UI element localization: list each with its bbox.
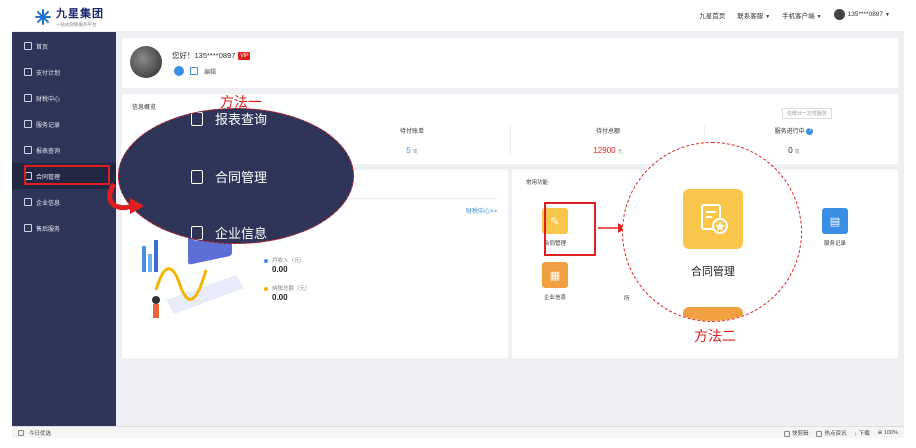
func-partial-label: 所 — [624, 296, 630, 302]
edit-icon[interactable] — [190, 67, 198, 75]
common-functions-title: 常用功能 — [526, 180, 549, 186]
sidebar-item-label: 企业信息 — [36, 200, 61, 207]
browser-status-bar: 今日优选 快剪辑 热点资讯 ↓ 下载 ⊕ 100% — [12, 426, 904, 438]
status-hot-news[interactable]: 热点资讯 — [816, 429, 846, 437]
func-service-records[interactable]: ▤ 服务记录 — [810, 208, 860, 247]
monthly-income-label: 月收入（元） — [264, 256, 305, 264]
status-zoom[interactable]: ⊕ 100% — [878, 430, 898, 436]
finance-illustration — [142, 230, 244, 318]
stat-value: 12900 — [593, 146, 616, 155]
nav-home-link[interactable]: 九星首页 — [699, 10, 725, 20]
zoom-icon: ⊕ — [877, 430, 883, 436]
sidebar-highlight-box — [24, 165, 110, 185]
stat-unit: 笔 — [794, 149, 800, 155]
stat-label: 待付总额 — [595, 129, 620, 135]
building-icon: ▦ — [542, 262, 568, 288]
contract-icon — [683, 189, 743, 249]
stat-label: 服务进行中 — [774, 129, 805, 135]
zoom-callout-function: 合同管理 — [622, 142, 802, 322]
download-icon: ↓ — [854, 431, 858, 437]
profile-card: 您好！135****0897 VIP 编辑 — [122, 38, 898, 88]
logo-subtitle: 一站式财税服务平台 — [56, 22, 97, 27]
func-label: 服务记录 — [823, 241, 846, 247]
func-company-info[interactable]: ▦ 企业信息 — [530, 262, 580, 301]
user-menu[interactable]: 135****0897 ▼ — [833, 9, 890, 20]
chevron-down-icon: ▼ — [885, 12, 890, 19]
avatar[interactable] — [130, 46, 162, 78]
sidebar-item-label: 报表查询 — [36, 148, 61, 155]
sidebar-item-label: 首页 — [36, 44, 49, 51]
function-highlight-box — [544, 202, 596, 256]
stat-value: 0 — [788, 146, 793, 155]
func-label: 企业信息 — [543, 295, 566, 301]
stat-label: 待付账单 — [399, 129, 424, 135]
status-left-label[interactable]: 今日优选 — [29, 429, 51, 437]
sidebar-item-reports[interactable]: 报表查询 — [12, 137, 116, 163]
zoom-callout-sidebar: 报表查询 合同管理 企业信息 — [118, 108, 354, 244]
status-quick-edit[interactable]: 快剪辑 — [783, 429, 808, 437]
zoom-label: 合同管理 — [691, 266, 735, 278]
nav-contact-dropdown[interactable]: 联系客服 ▼ — [737, 10, 770, 20]
zoom-row-contracts: 合同管理 — [191, 167, 267, 186]
blue-dot-icon — [264, 258, 268, 263]
stat-unit: 元 — [617, 149, 623, 155]
tax-center-link[interactable]: 财税中心>> — [466, 206, 497, 215]
stat-pending-bills[interactable]: 待付账单 5笔 — [322, 126, 502, 155]
bell-icon — [24, 224, 32, 232]
greeting: 您好！135****0897 — [172, 51, 236, 60]
record-icon: ▤ — [822, 208, 848, 234]
annotation-method-1: 方法一 — [220, 94, 262, 110]
nav-mobile-dropdown[interactable]: 手机客户端 ▼ — [782, 10, 821, 20]
zoom-peek-tile — [683, 307, 743, 321]
sidebar-item-home[interactable]: 首页 — [12, 33, 116, 59]
sidebar-item-label: 服务记录 — [36, 122, 61, 129]
certified-icon — [174, 66, 184, 76]
wallet-icon — [24, 68, 32, 76]
tax-total-label: 纳税总额（元） — [264, 284, 311, 292]
tax-total-value: 0.00 — [272, 293, 288, 302]
record-icon — [24, 120, 32, 128]
avatar — [833, 9, 845, 20]
sidebar-item-label: 财税中心 — [36, 96, 61, 103]
yellow-dot-icon — [264, 286, 268, 291]
sidebar-item-label: 支付计划 — [36, 70, 61, 77]
vip-badge: VIP — [238, 52, 251, 61]
sidebar: 首页 支付计划 财税中心 服务记录 报表查询 合同管理 企业信息 售后服务 — [12, 32, 116, 426]
stat-value: 5 — [406, 146, 411, 155]
callout-arrow-left — [107, 182, 144, 214]
star-logo-icon — [34, 8, 52, 26]
report-icon — [24, 146, 32, 154]
help-icon[interactable]: ? — [806, 127, 814, 135]
building-icon — [191, 225, 203, 240]
edit-link[interactable]: 编辑 — [204, 67, 216, 76]
logo-title: 九星集团 — [56, 7, 104, 20]
report-icon — [191, 111, 203, 126]
zoom-row-company: 企业信息 — [191, 223, 267, 242]
status-download[interactable]: ↓ 下载 — [854, 429, 869, 437]
play-icon — [783, 430, 790, 437]
layers-icon — [24, 94, 32, 102]
gift-icon — [18, 430, 24, 436]
chevron-down-icon: ▼ — [816, 13, 822, 20]
building-icon — [24, 198, 32, 206]
sidebar-item-payment-plan[interactable]: 支付计划 — [12, 59, 116, 85]
news-icon — [816, 430, 823, 437]
sidebar-item-label: 售后服务 — [36, 226, 61, 233]
sidebar-item-tax-center[interactable]: 财税中心 — [12, 85, 116, 111]
chevron-down-icon: ▼ — [765, 13, 771, 20]
divider — [510, 124, 511, 156]
stat-unit: 笔 — [412, 149, 418, 155]
contract-icon — [191, 169, 203, 184]
home-icon — [24, 42, 32, 50]
top-bar: 九星集团 一站式财税服务平台 九星首页 联系客服 ▼ 手机客户端 ▼ 135****… — [12, 0, 904, 32]
logo[interactable]: 九星集团 一站式财税服务平台 — [34, 5, 104, 28]
overview-title: 信息概览 — [132, 105, 157, 111]
annotation-method-2: 方法二 — [694, 328, 736, 344]
monthly-income-value: 0.00 — [272, 265, 288, 274]
sidebar-item-service-records[interactable]: 服务记录 — [12, 111, 116, 137]
overview-tip: 仅统计一次性服务 — [782, 108, 833, 119]
